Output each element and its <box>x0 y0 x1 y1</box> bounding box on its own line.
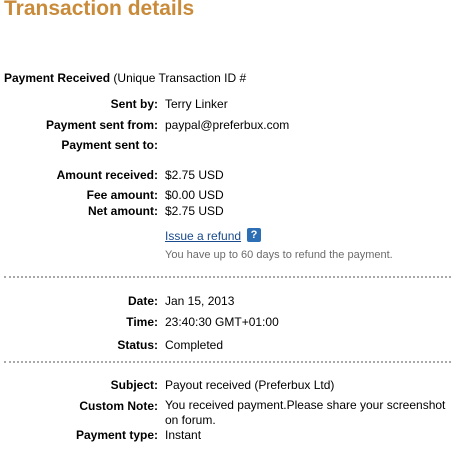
net-amount-value: $2.75 USD <box>165 204 224 218</box>
custom-note-label: Custom Note: <box>79 399 158 413</box>
time-value: 23:40:30 GMT+01:00 <box>165 315 279 329</box>
sent-by-value: Terry Linker <box>165 97 228 111</box>
fee-amount-label: Fee amount: <box>86 188 158 202</box>
subject-row: Subject: Payout received (Preferbux Ltd) <box>0 377 451 393</box>
subject-value: Payout received (Preferbux Ltd) <box>165 378 335 392</box>
sent-from-row: Payment sent from: paypal@preferbux.com <box>0 117 451 133</box>
date-row: Date: Jan 15, 2013 <box>0 293 451 309</box>
help-icon[interactable]: ? <box>247 228 261 242</box>
transaction-headline: Payment Received (Unique Transaction ID … <box>4 71 246 85</box>
transaction-id-text: (Unique Transaction ID # <box>113 71 247 85</box>
status-value: Completed <box>165 338 224 352</box>
sent-from-label: Payment sent from: <box>45 118 158 132</box>
section-divider <box>4 361 451 363</box>
page-title: Transaction details <box>4 0 195 20</box>
custom-note-value: You received payment.Please share your s… <box>165 398 446 427</box>
section-divider <box>4 276 451 278</box>
fee-amount-row: Fee amount: $0.00 USD <box>0 187 451 203</box>
net-amount-label: Net amount: <box>88 204 158 218</box>
payment-type-row: Payment type: Instant <box>0 427 451 443</box>
payment-type-label: Payment type: <box>75 428 158 442</box>
fee-amount-value: $0.00 USD <box>165 188 224 202</box>
time-row: Time: 23:40:30 GMT+01:00 <box>0 314 451 330</box>
payment-type-value: Instant <box>165 428 202 442</box>
issue-refund-link[interactable]: Issue a refund <box>165 228 241 244</box>
status-label: Status: <box>117 338 158 352</box>
sent-by-row: Sent by: Terry Linker <box>0 96 451 112</box>
sent-by-label: Sent by: <box>110 97 158 111</box>
sent-to-label: Payment sent to: <box>61 138 158 152</box>
payment-status-label: Payment Received <box>4 71 111 85</box>
amount-received-value: $2.75 USD <box>165 168 224 182</box>
status-row: Status: Completed <box>0 337 451 353</box>
date-label: Date: <box>127 294 158 308</box>
subject-label: Subject: <box>110 378 158 392</box>
sent-to-row: Payment sent to: <box>0 137 451 153</box>
custom-note-row: Custom Note: You received payment.Please… <box>0 398 451 428</box>
sent-from-value: paypal@preferbux.com <box>165 118 290 132</box>
amount-received-row: Amount received: $2.75 USD <box>0 167 451 183</box>
time-label: Time: <box>126 315 158 329</box>
net-amount-row: Net amount: $2.75 USD <box>0 203 451 219</box>
date-value: Jan 15, 2013 <box>165 294 235 308</box>
refund-note: You have up to 60 days to refund the pay… <box>165 249 393 261</box>
amount-received-label: Amount received: <box>56 168 158 182</box>
